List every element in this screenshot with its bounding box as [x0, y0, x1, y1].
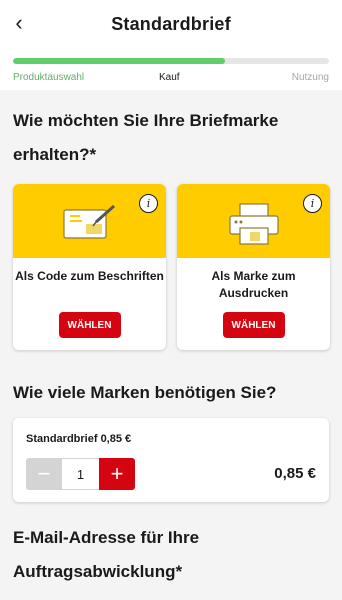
write-code-icon: [62, 204, 115, 239]
quantity-value[interactable]: 1: [62, 458, 99, 490]
info-icon[interactable]: i: [303, 194, 322, 213]
product-price-label: Standardbrief 0,85 €: [26, 433, 132, 445]
increment-button[interactable]: +: [99, 458, 135, 490]
quantity-heading: Wie viele Marken benötigen Sie?: [13, 383, 277, 402]
option-card-banner: i: [13, 184, 166, 258]
option-card-print[interactable]: i Als Marke zum Ausdrucken WÄHLEN: [177, 184, 330, 350]
step-purchase: Kauf: [159, 72, 180, 83]
select-print-button[interactable]: WÄHLEN: [222, 312, 285, 338]
step-product-selection: Produktauswahl: [13, 72, 85, 83]
quantity-card: Standardbrief 0,85 € − 1 + 0,85 €: [13, 418, 329, 502]
email-heading: E-Mail-Adresse für Ihre Auftragsabwicklu…: [13, 528, 200, 581]
total-price: 0,85 €: [274, 465, 316, 482]
delivery-method-heading: Wie möchten Sie Ihre Briefmarke erhalten…: [13, 111, 279, 164]
info-icon[interactable]: i: [139, 194, 158, 213]
printer-icon: [228, 203, 279, 245]
page-title: Standardbrief: [111, 14, 231, 34]
quantity-stepper: − 1 +: [26, 458, 135, 490]
decrement-button[interactable]: −: [26, 458, 62, 490]
option-label-code: Als Code zum Beschriften: [15, 269, 164, 283]
option-card-code[interactable]: i Als Code zum Beschriften WÄHLEN: [13, 184, 166, 350]
option-card-banner: i: [177, 184, 330, 258]
progress-fill: [13, 58, 225, 64]
app-header: ‹ Standardbrief: [0, 0, 342, 48]
step-usage: Nutzung: [291, 72, 329, 83]
select-code-button[interactable]: WÄHLEN: [58, 312, 121, 338]
option-label-print: Als Marke zum Ausdrucken: [211, 269, 296, 300]
progress-bar: [13, 58, 329, 64]
checkout-progress: Produktauswahl Kauf Nutzung: [0, 48, 342, 90]
